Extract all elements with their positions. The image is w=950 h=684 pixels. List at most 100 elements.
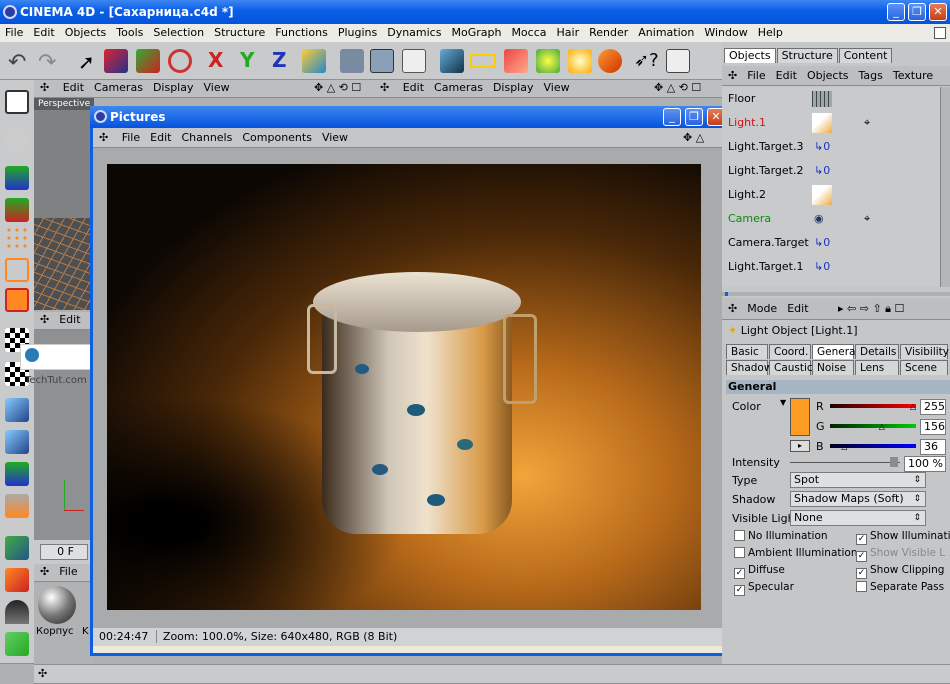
lv-menu-view[interactable]: View: [203, 81, 229, 94]
option-checkbox[interactable]: ✓ Diffuse: [734, 564, 785, 579]
close-button[interactable]: ✕: [929, 3, 947, 21]
light-icon[interactable]: [598, 49, 622, 73]
rv-menu-cameras[interactable]: Cameras: [434, 81, 483, 94]
enable-axis-icon[interactable]: [5, 536, 29, 560]
intensity-value[interactable]: 100 %: [904, 456, 946, 472]
array-icon[interactable]: [536, 49, 560, 73]
lv-menu-cameras[interactable]: Cameras: [94, 81, 143, 94]
tab-shadow[interactable]: Shadow: [726, 360, 772, 375]
tab-caustics[interactable]: Caustics: [769, 360, 818, 375]
rv-menu-view[interactable]: View: [543, 81, 569, 94]
intensity-slider-thumb[interactable]: [890, 457, 898, 467]
option-checkbox[interactable]: ✓ Show Illuminati: [856, 530, 950, 545]
menu-mograph[interactable]: MoGraph: [446, 26, 506, 39]
minimize-button[interactable]: _: [887, 3, 905, 21]
move-icon[interactable]: [104, 49, 128, 73]
option-checkbox[interactable]: ✓ Specular: [734, 581, 794, 596]
am-menu-edit[interactable]: Edit: [787, 302, 808, 315]
object-row[interactable]: Light.2: [722, 183, 940, 207]
object-list-scrollbar[interactable]: [940, 87, 950, 287]
mm-menu-file[interactable]: File: [59, 565, 77, 578]
model-mode-icon[interactable]: [5, 198, 29, 222]
om-menu-texture[interactable]: Texture: [893, 69, 933, 82]
r-slider-thumb[interactable]: △: [910, 402, 916, 411]
g-slider-thumb[interactable]: △: [879, 422, 885, 431]
pv-menu-components[interactable]: Components: [242, 131, 312, 144]
b-value[interactable]: 36: [920, 439, 946, 455]
frame-field[interactable]: 0 F: [40, 544, 88, 560]
option-checkbox[interactable]: ✓ Show Visible L: [856, 547, 945, 562]
menu-selection[interactable]: Selection: [148, 26, 209, 39]
am-menu-mode[interactable]: Mode: [747, 302, 777, 315]
redo-icon[interactable]: ↷: [38, 50, 56, 75]
visible-light-select[interactable]: None ⇕: [790, 510, 926, 526]
select-arrow-icon[interactable]: ➚: [78, 50, 95, 74]
tab-structure[interactable]: Structure: [776, 48, 838, 63]
x-axis-icon[interactable]: X: [208, 48, 223, 72]
lv-menu-display[interactable]: Display: [153, 81, 194, 94]
b-slider-thumb[interactable]: △: [841, 442, 847, 451]
z-axis-icon[interactable]: Z: [272, 48, 287, 72]
menu-hair[interactable]: Hair: [552, 26, 585, 39]
checkbox-icon[interactable]: ✓: [734, 585, 745, 596]
om-menu-objects[interactable]: Objects: [807, 69, 849, 82]
help-icon[interactable]: [666, 49, 690, 73]
shadow-select[interactable]: Shadow Maps (Soft) ⇕: [790, 491, 926, 507]
rv-menu-display[interactable]: Display: [493, 81, 534, 94]
pin-icon[interactable]: ✣: [728, 69, 737, 82]
tab-content[interactable]: Content: [838, 48, 893, 63]
om-menu-edit[interactable]: Edit: [776, 69, 797, 82]
scale-icon[interactable]: [136, 49, 160, 73]
pin-icon[interactable]: ✣: [38, 667, 47, 680]
edges-mode-icon[interactable]: [5, 258, 29, 282]
checkbox-icon[interactable]: ✓: [856, 534, 867, 545]
spline-icon[interactable]: [470, 54, 496, 68]
pictures-minimize-button[interactable]: _: [663, 108, 681, 126]
checkbox-icon[interactable]: ✓: [734, 568, 745, 579]
left-viewport[interactable]: Perspective: [34, 98, 94, 310]
object-axis-icon[interactable]: [5, 166, 29, 190]
maximize-button[interactable]: ❐: [908, 3, 926, 21]
menu-file[interactable]: File: [0, 26, 28, 39]
attribute-nav-icons[interactable]: ▸ ⇦ ⇨ ⇧ 🔒︎ ☐: [838, 298, 904, 320]
workplane-icon[interactable]: [5, 600, 29, 624]
undo-icon[interactable]: ↶: [8, 50, 26, 75]
nurbs-icon[interactable]: [504, 49, 528, 73]
r-slider-track[interactable]: △: [830, 402, 916, 411]
tab-lens[interactable]: Lens: [855, 360, 899, 375]
menu-dynamics[interactable]: Dynamics: [382, 26, 446, 39]
layout-icon[interactable]: [934, 27, 946, 39]
pin-icon[interactable]: ✣: [99, 131, 108, 144]
viewport-layout-icon[interactable]: [5, 90, 29, 114]
option-checkbox[interactable]: Separate Pass: [856, 581, 944, 593]
color-swatch[interactable]: [790, 398, 810, 436]
pv-menu-view[interactable]: View: [322, 131, 348, 144]
pv-menu-edit[interactable]: Edit: [150, 131, 171, 144]
tab-noise[interactable]: Noise: [812, 360, 854, 375]
point-level-icon[interactable]: [5, 494, 29, 518]
object-row[interactable]: Camera ◉ ⌖: [722, 207, 940, 231]
tab-details[interactable]: Details: [855, 344, 899, 359]
pin-icon[interactable]: ✣: [728, 302, 737, 315]
om-menu-file[interactable]: File: [747, 69, 765, 82]
rotate-icon[interactable]: [168, 49, 192, 73]
tweak-icon[interactable]: [5, 128, 29, 152]
menu-objects[interactable]: Objects: [60, 26, 112, 39]
menu-structure[interactable]: Structure: [209, 26, 270, 39]
menu-animation[interactable]: Animation: [633, 26, 699, 39]
option-checkbox[interactable]: Ambient Illumination: [734, 547, 858, 559]
g-value[interactable]: 156: [920, 419, 946, 435]
menu-mocca[interactable]: Mocca: [506, 26, 551, 39]
object-row[interactable]: Light.Target.3 ↳0: [722, 135, 940, 159]
coordinate-system-icon[interactable]: [302, 49, 326, 73]
render-view-icon[interactable]: [340, 49, 364, 73]
locked-workplane-icon[interactable]: [5, 632, 29, 656]
y-axis-icon[interactable]: Y: [240, 48, 254, 72]
cube-icon[interactable]: [440, 49, 464, 73]
tab-basic[interactable]: Basic: [726, 344, 768, 359]
menu-tools[interactable]: Tools: [111, 26, 148, 39]
menu-plugins[interactable]: Plugins: [333, 26, 382, 39]
g-slider-track[interactable]: △: [830, 422, 916, 431]
pin-icon[interactable]: ✣: [40, 565, 49, 578]
checkbox-icon[interactable]: ✓: [856, 568, 867, 579]
